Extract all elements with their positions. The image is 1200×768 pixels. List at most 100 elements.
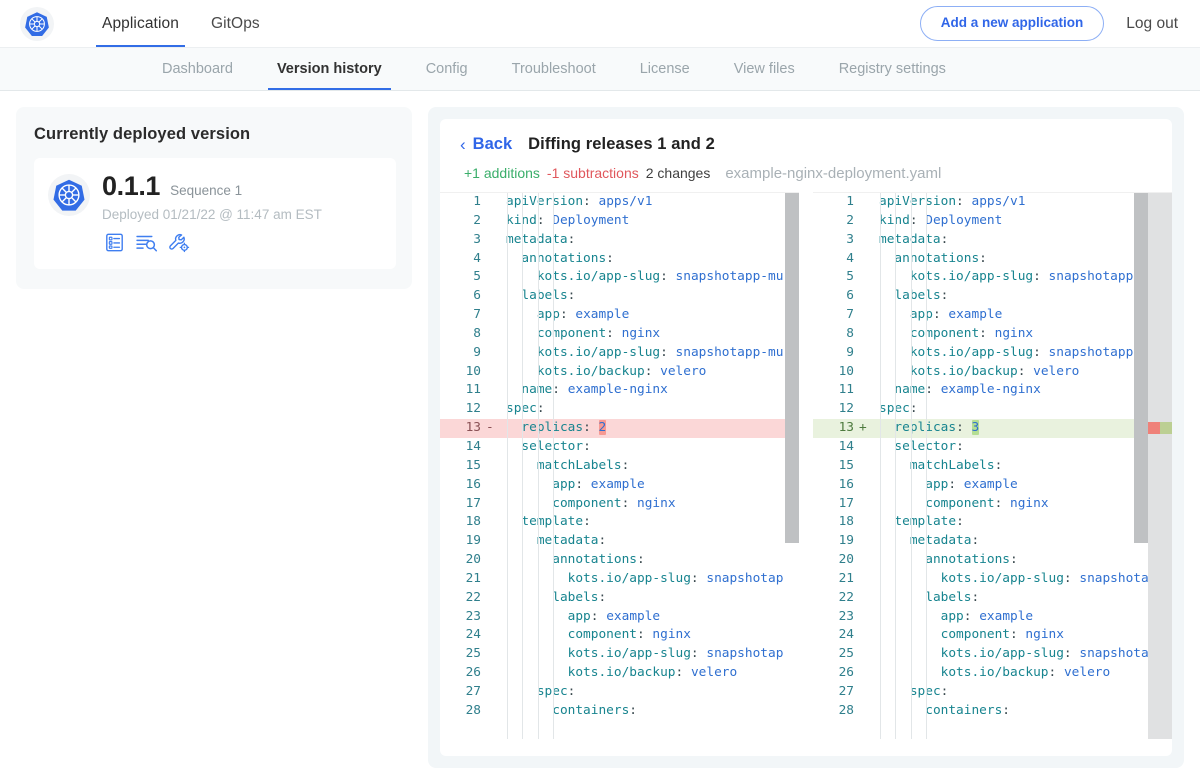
diff-minimap[interactable] — [1148, 193, 1172, 739]
code-line: 28 containers: — [813, 702, 1172, 721]
code-text: kots.io/app-slug: snapshotap — [498, 645, 799, 664]
nav-gitops-label: GitOps — [211, 15, 260, 33]
code-text: matchLabels: — [498, 457, 799, 476]
tab-troubleshoot-label: Troubleshoot — [512, 61, 596, 77]
line-number: 13 — [440, 419, 486, 438]
code-line: 28 containers: — [440, 702, 799, 721]
code-text: apiVersion: apps/v1 — [871, 193, 1172, 212]
tab-troubleshoot[interactable]: Troubleshoot — [490, 48, 618, 90]
diff-pane-right: 1apiVersion: apps/v12kind: Deployment3me… — [813, 192, 1172, 739]
tab-config[interactable]: Config — [404, 48, 490, 90]
line-number: 21 — [440, 570, 486, 589]
back-button[interactable]: ‹ Back — [460, 135, 512, 154]
diff-sign — [486, 438, 498, 457]
diff-left-scrollbar[interactable] — [785, 193, 799, 739]
code-line: 25 kots.io/app-slug: snapshotap — [813, 645, 1172, 664]
line-number: 3 — [440, 231, 486, 250]
top-header: Application GitOps Add a new application… — [0, 0, 1200, 47]
code-text: kots.io/app-slug: snapshotapp-mu — [871, 344, 1172, 363]
minimap-addition-marker — [1160, 422, 1172, 434]
code-line: 16 app: example — [440, 476, 799, 495]
diff-sign — [486, 495, 498, 514]
code-text: annotations: — [498, 551, 799, 570]
tab-license-label: License — [640, 61, 690, 77]
line-number: 11 — [813, 381, 859, 400]
code-text: component: nginx — [498, 325, 799, 344]
code-line: 22 labels: — [440, 589, 799, 608]
line-number: 6 — [813, 287, 859, 306]
line-number: 14 — [440, 438, 486, 457]
code-text: kots.io/backup: velero — [498, 664, 799, 683]
diff-sign — [859, 457, 871, 476]
diff-code-right[interactable]: 1apiVersion: apps/v12kind: Deployment3me… — [813, 193, 1172, 721]
code-line: 22 labels: — [813, 589, 1172, 608]
diff-sign — [486, 400, 498, 419]
code-line: 17 component: nginx — [813, 495, 1172, 514]
diff-sign — [859, 513, 871, 532]
tab-registry-settings[interactable]: Registry settings — [817, 48, 968, 90]
code-text: metadata: — [871, 532, 1172, 551]
tab-dashboard[interactable]: Dashboard — [138, 48, 255, 90]
add-new-application-button[interactable]: Add a new application — [920, 6, 1105, 41]
code-text: kots.io/app-slug: snapshotapp-mu — [871, 268, 1172, 287]
code-text: component: nginx — [498, 626, 799, 645]
line-number: 16 — [440, 476, 486, 495]
diff-sign — [486, 250, 498, 269]
diff-left-scroll-thumb[interactable] — [785, 193, 799, 543]
logout-link[interactable]: Log out — [1126, 15, 1182, 33]
version-action-icons — [102, 232, 380, 253]
code-text: kots.io/app-slug: snapshotap — [871, 645, 1172, 664]
tab-version-history[interactable]: Version history — [255, 48, 404, 90]
line-number: 20 — [813, 551, 859, 570]
diff-code-left[interactable]: 1apiVersion: apps/v12kind: Deployment3me… — [440, 193, 799, 721]
line-number: 27 — [813, 683, 859, 702]
code-line: 12spec: — [813, 400, 1172, 419]
diff-sign — [486, 381, 498, 400]
tab-config-label: Config — [426, 61, 468, 77]
line-number: 16 — [813, 476, 859, 495]
nav-application-label: Application — [102, 15, 179, 33]
code-line: 1apiVersion: apps/v1 — [440, 193, 799, 212]
code-text: kots.io/app-slug: snapshotapp-mu — [498, 268, 799, 287]
line-number: 2 — [440, 212, 486, 231]
tab-view-files[interactable]: View files — [712, 48, 817, 90]
line-number: 19 — [813, 532, 859, 551]
line-number: 27 — [440, 683, 486, 702]
diff-sign — [859, 664, 871, 683]
code-line: 19 metadata: — [440, 532, 799, 551]
code-line: 11 name: example-nginx — [440, 381, 799, 400]
tab-license[interactable]: License — [618, 48, 712, 90]
code-line: 14 selector: — [440, 438, 799, 457]
diff-sign — [486, 626, 498, 645]
diff-changes-count: 2 changes — [646, 165, 711, 181]
nav-application[interactable]: Application — [86, 0, 195, 47]
line-number: 18 — [440, 513, 486, 532]
code-text: kots.io/app-slug: snapshotap — [871, 570, 1172, 589]
code-line: 10 kots.io/backup: velero — [813, 363, 1172, 382]
diff-sign — [859, 325, 871, 344]
config-checklist-icon[interactable] — [104, 232, 125, 253]
code-line: 10 kots.io/backup: velero — [440, 363, 799, 382]
log-search-icon[interactable] — [135, 232, 158, 253]
code-line: 13+ replicas: 3 — [813, 419, 1172, 438]
line-number: 17 — [440, 495, 486, 514]
code-text: name: example-nginx — [498, 381, 799, 400]
line-number: 21 — [813, 570, 859, 589]
wrench-gear-icon[interactable] — [168, 232, 191, 253]
deployed-version-box: 0.1.1 Sequence 1 Deployed 01/21/22 @ 11:… — [34, 158, 396, 269]
diff-sign: - — [486, 419, 498, 438]
line-number: 9 — [813, 344, 859, 363]
diff-sign — [859, 626, 871, 645]
diff-right-scroll-thumb[interactable] — [1134, 193, 1148, 543]
nav-gitops[interactable]: GitOps — [195, 0, 276, 47]
version-number: 0.1.1 — [102, 172, 160, 200]
diff-stats: +1 additions -1 subtractions 2 changes e… — [440, 154, 1172, 182]
tab-registry-settings-label: Registry settings — [839, 61, 946, 77]
code-text: template: — [871, 513, 1172, 532]
diff-right-scrollbar[interactable] — [1134, 193, 1148, 739]
tab-version-history-label: Version history — [277, 61, 382, 77]
code-line: 23 app: example — [440, 608, 799, 627]
code-text: annotations: — [498, 250, 799, 269]
line-number: 5 — [440, 268, 486, 287]
app-logo[interactable] — [20, 7, 54, 41]
